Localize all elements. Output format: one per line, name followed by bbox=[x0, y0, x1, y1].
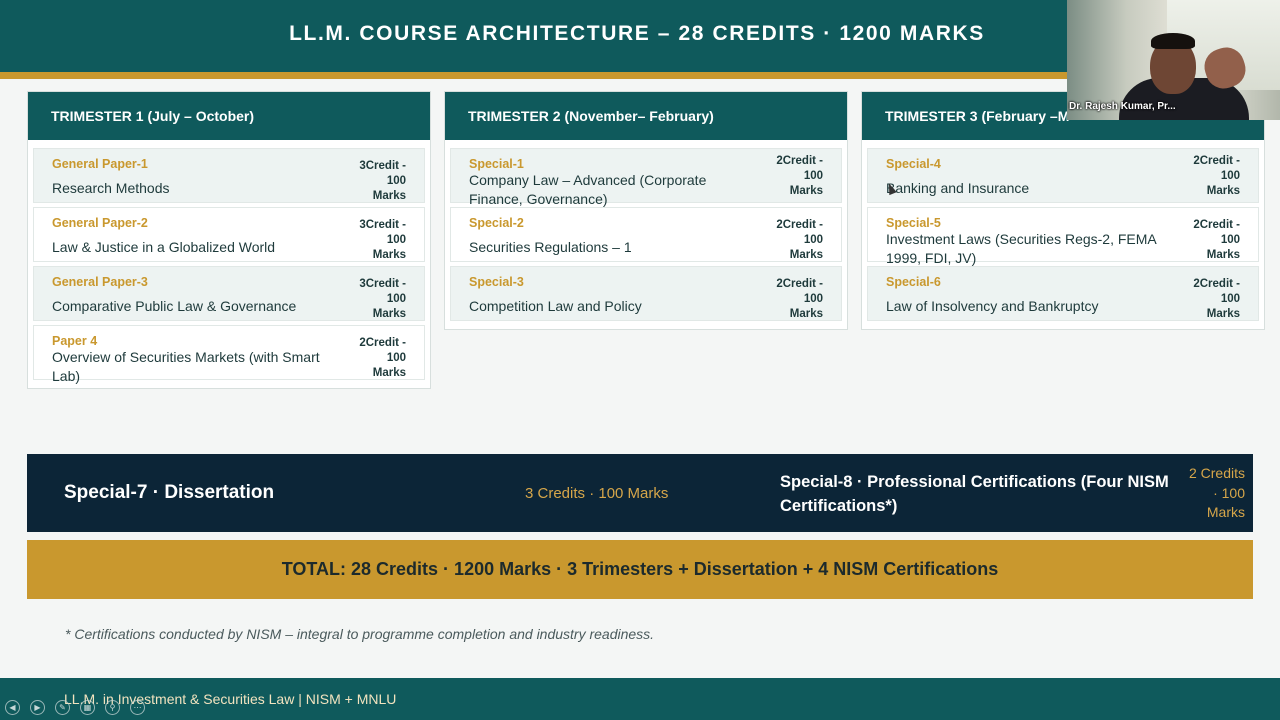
course-item: Special-3 Competition Law and Policy 2Cr… bbox=[450, 266, 842, 321]
participant-video-thumbnail[interactable]: Dr. Rajesh Kumar, Pr... bbox=[1067, 0, 1280, 120]
course-name: Comparative Public Law & Governance bbox=[52, 298, 297, 314]
course-credit: 3Credit -100 Marks bbox=[359, 160, 406, 202]
trimester-1-card: TRIMESTER 1 (July – October) General Pap… bbox=[27, 91, 431, 389]
course-item: Special-4 Banking and Insurance 2Credit … bbox=[867, 148, 1259, 203]
course-item: Paper 4 Overview of Securities Markets (… bbox=[33, 325, 425, 384]
course-name: Competition Law and Policy bbox=[469, 298, 642, 314]
course-name: Banking and Insurance bbox=[886, 180, 1030, 196]
course-item: General Paper-3 Comparative Public Law &… bbox=[33, 266, 425, 321]
course-name: Law & Justice in a Globalized World bbox=[52, 239, 276, 255]
course-item: Special-5 Investment Laws (Securities Re… bbox=[867, 207, 1259, 266]
course-item: Special-1 Company Law – Advanced (Corpor… bbox=[450, 148, 842, 207]
course-name: Company Law – Advanced (Corporate Financ… bbox=[469, 172, 707, 207]
course-credit: 3Credit -100 Marks bbox=[359, 219, 406, 261]
course-credit: 2Credit -100 Marks bbox=[1193, 278, 1240, 320]
special-7-label: Special-7 · Dissertation bbox=[64, 482, 275, 503]
course-name: Overview of Securities Markets (with Sma… bbox=[52, 349, 320, 384]
special-7-credits: 3 Credits · 100 Marks bbox=[525, 485, 669, 502]
course-item: General Paper-2 Law & Justice in a Globa… bbox=[33, 207, 425, 262]
zoom-icon[interactable]: ⚲ bbox=[105, 700, 120, 715]
next-slide-icon[interactable]: ▶ bbox=[30, 700, 45, 715]
video-person-hair bbox=[1151, 33, 1195, 49]
slides-grid-icon[interactable]: ▦ bbox=[80, 700, 95, 715]
trimester-1-title: TRIMESTER 1 (July – October) bbox=[28, 92, 430, 140]
trimester-3-card: TRIMESTER 3 (February –M Special-4 Banki… bbox=[861, 91, 1265, 330]
course-item: General Paper-1 Research Methods 3Credit… bbox=[33, 148, 425, 203]
course-item: Special-2 Securities Regulations – 1 2Cr… bbox=[450, 207, 842, 262]
slide-footer: LL.M. in Investment & Securities Law | N… bbox=[0, 678, 1280, 720]
total-summary-bar: TOTAL: 28 Credits · 1200 Marks · 3 Trime… bbox=[27, 540, 1253, 599]
course-credit: 2Credit -100 Marks bbox=[776, 155, 823, 197]
course-credit: 2Credit -100 Marks bbox=[776, 219, 823, 261]
trimester-2-title: TRIMESTER 2 (November– February) bbox=[445, 92, 847, 140]
course-item: Special-6 Law of Insolvency and Bankrupt… bbox=[867, 266, 1259, 321]
pen-icon[interactable]: ✎ bbox=[55, 700, 70, 715]
previous-slide-icon[interactable]: ◀ bbox=[5, 700, 20, 715]
footnote: * Certifications conducted by NISM – int… bbox=[65, 626, 655, 642]
participant-name: Dr. Rajesh Kumar, Pr... bbox=[1069, 101, 1176, 112]
course-credit: 2Credit -100 Marks bbox=[776, 278, 823, 320]
special-8-credits: 2 Credits · 100 Marks bbox=[1188, 465, 1245, 520]
course-credit: 2Credit -100 Marks bbox=[1193, 219, 1240, 261]
course-credit: 2Credit -100 Marks bbox=[359, 337, 406, 379]
special-banner: Special-7 · Dissertation 3 Credits · 100… bbox=[27, 454, 1253, 532]
special-8-label: Special-8 · Professional Certifications … bbox=[780, 473, 1169, 515]
more-options-icon[interactable]: ⋯ bbox=[130, 700, 145, 715]
trimester-2-card: TRIMESTER 2 (November– February) Special… bbox=[444, 91, 848, 330]
course-credit: 2Credit -100 Marks bbox=[1193, 155, 1240, 197]
course-name: Investment Laws (Securities Regs-2, FEMA… bbox=[886, 231, 1156, 266]
course-credit: 3Credit -100 Marks bbox=[359, 278, 406, 320]
course-name: Securities Regulations – 1 bbox=[469, 239, 632, 255]
course-name: Law of Insolvency and Bankruptcy bbox=[886, 298, 1099, 314]
course-name: Research Methods bbox=[52, 180, 170, 196]
